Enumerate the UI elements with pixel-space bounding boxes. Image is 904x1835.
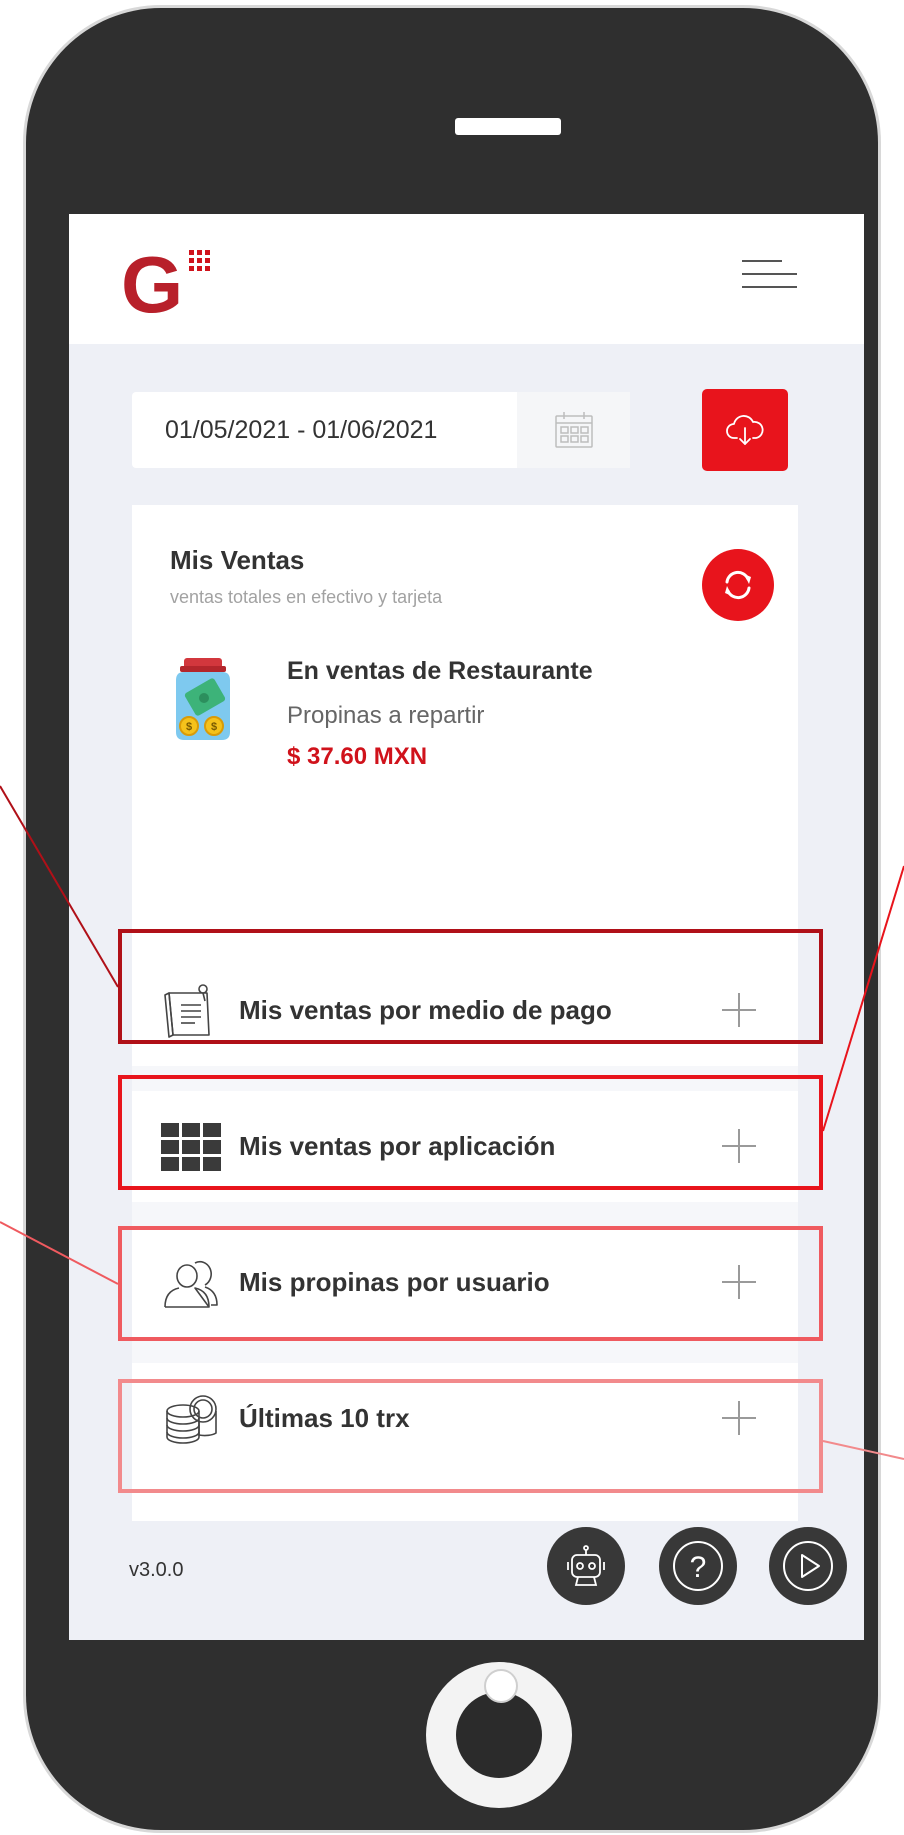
app-version: v3.0.0 xyxy=(129,1559,184,1581)
app-logo[interactable]: G xyxy=(121,246,221,316)
svg-text:$: $ xyxy=(186,721,192,733)
hamburger-menu-icon[interactable] xyxy=(742,260,797,290)
tips-label: Propinas a repartir xyxy=(287,702,485,729)
annotation-box-aplicacion xyxy=(118,1075,823,1190)
sales-subtitle: ventas totales en efectivo y tarjeta xyxy=(170,587,443,607)
date-range-input[interactable] xyxy=(132,392,517,468)
section-divider xyxy=(132,1338,798,1363)
calendar-button[interactable] xyxy=(517,392,630,468)
tip-jar-icon: $ $ xyxy=(176,658,230,740)
svg-text:?: ? xyxy=(690,1551,707,1584)
help-button[interactable]: ? xyxy=(659,1527,737,1605)
play-tutorial-button[interactable] xyxy=(769,1527,847,1605)
phone-speaker xyxy=(455,118,561,135)
refresh-icon xyxy=(725,570,751,600)
section-divider xyxy=(132,1202,798,1227)
cloud-download-icon xyxy=(726,415,764,445)
chatbot-button[interactable] xyxy=(547,1527,625,1605)
refresh-button[interactable] xyxy=(702,549,774,621)
annotation-box-medio-pago xyxy=(118,929,823,1044)
calendar-icon xyxy=(554,412,593,448)
play-icon xyxy=(783,1541,833,1591)
app-header: G xyxy=(69,214,864,344)
annotation-box-ultimas xyxy=(118,1379,823,1493)
bot-icon xyxy=(567,1545,605,1586)
restaurant-sales-title: En ventas de Restaurante xyxy=(287,657,593,685)
download-button[interactable] xyxy=(702,389,788,471)
date-range-picker xyxy=(132,392,630,468)
svg-text:$: $ xyxy=(211,721,217,733)
tips-amount: $ 37.60 MXN xyxy=(287,743,428,770)
phone-home-indicator xyxy=(484,1669,518,1703)
svg-text:G: G xyxy=(121,246,183,316)
sales-title: Mis Ventas xyxy=(170,545,305,575)
annotation-box-propinas xyxy=(118,1226,823,1341)
help-icon: ? xyxy=(673,1541,723,1591)
